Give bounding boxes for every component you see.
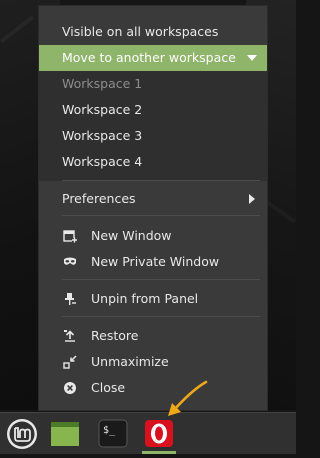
menu-item-label: New Window <box>91 228 172 243</box>
menu-item-label: Unmaximize <box>91 354 169 369</box>
chevron-down-icon <box>247 55 257 61</box>
new-window-icon <box>63 230 77 243</box>
annotation-arrow-icon <box>168 380 208 416</box>
unpin-icon <box>65 293 76 305</box>
linux-mint-menu-icon <box>7 419 37 449</box>
menu-item-label: Visible on all workspaces <box>62 24 219 39</box>
workspace-2-item[interactable]: Workspace 2 <box>39 97 267 123</box>
unmaximize-item[interactable]: Unmaximize <box>39 349 267 375</box>
terminal-taskbar-button[interactable]: $_ <box>96 413 130 454</box>
close-icon <box>64 382 76 394</box>
chevron-right-icon <box>249 194 255 204</box>
visible-on-all-workspaces-item[interactable]: Visible on all workspaces <box>39 19 267 45</box>
move-to-workspace-item[interactable]: Move to another workspace <box>39 45 267 71</box>
menu-item-label: Preferences <box>62 191 136 206</box>
unpin-from-panel-item[interactable]: Unpin from Panel <box>39 286 267 312</box>
context-menu: Visible on all workspaces Move to anothe… <box>38 5 268 411</box>
workspace-3-item[interactable]: Workspace 3 <box>39 123 267 149</box>
unmaximize-icon <box>63 355 77 369</box>
restore-item[interactable]: Restore <box>39 323 267 349</box>
menu-item-label: Unpin from Panel <box>91 291 199 306</box>
menu-item-label: New Private Window <box>91 254 220 269</box>
menu-item-label: Move to another workspace <box>62 50 236 65</box>
private-window-icon <box>64 257 76 265</box>
start-menu-button[interactable] <box>4 413 40 454</box>
menu-separator <box>62 215 260 216</box>
terminal-icon: $_ <box>98 419 128 448</box>
menu-item-label: Restore <box>91 328 139 343</box>
menu-separator <box>62 180 260 181</box>
menu-separator <box>62 279 260 280</box>
preferences-item[interactable]: Preferences <box>39 186 267 212</box>
terminal-prompt: $_ <box>103 425 116 436</box>
workspace-1-item: Workspace 1 <box>39 71 267 97</box>
menu-item-label: Workspace 4 <box>62 154 143 169</box>
restore-icon <box>64 330 75 342</box>
files-taskbar-button[interactable] <box>48 413 82 454</box>
new-window-item[interactable]: New Window <box>39 223 267 249</box>
new-private-window-item[interactable]: New Private Window <box>39 249 267 275</box>
taskbar: $_ <box>0 412 296 454</box>
workspace-submenu: Workspace 1 Workspace 2 Workspace 3 Work… <box>39 71 267 181</box>
files-folder-icon <box>51 422 79 446</box>
menu-item-label: Close <box>91 380 126 395</box>
menu-separator <box>62 316 260 317</box>
close-item[interactable]: Close <box>39 375 267 401</box>
menu-item-label: Workspace 3 <box>62 128 143 143</box>
workspace-4-item[interactable]: Workspace 4 <box>39 149 267 175</box>
menu-item-label: Workspace 1 <box>62 76 143 91</box>
menu-item-label: Workspace 2 <box>62 102 143 117</box>
